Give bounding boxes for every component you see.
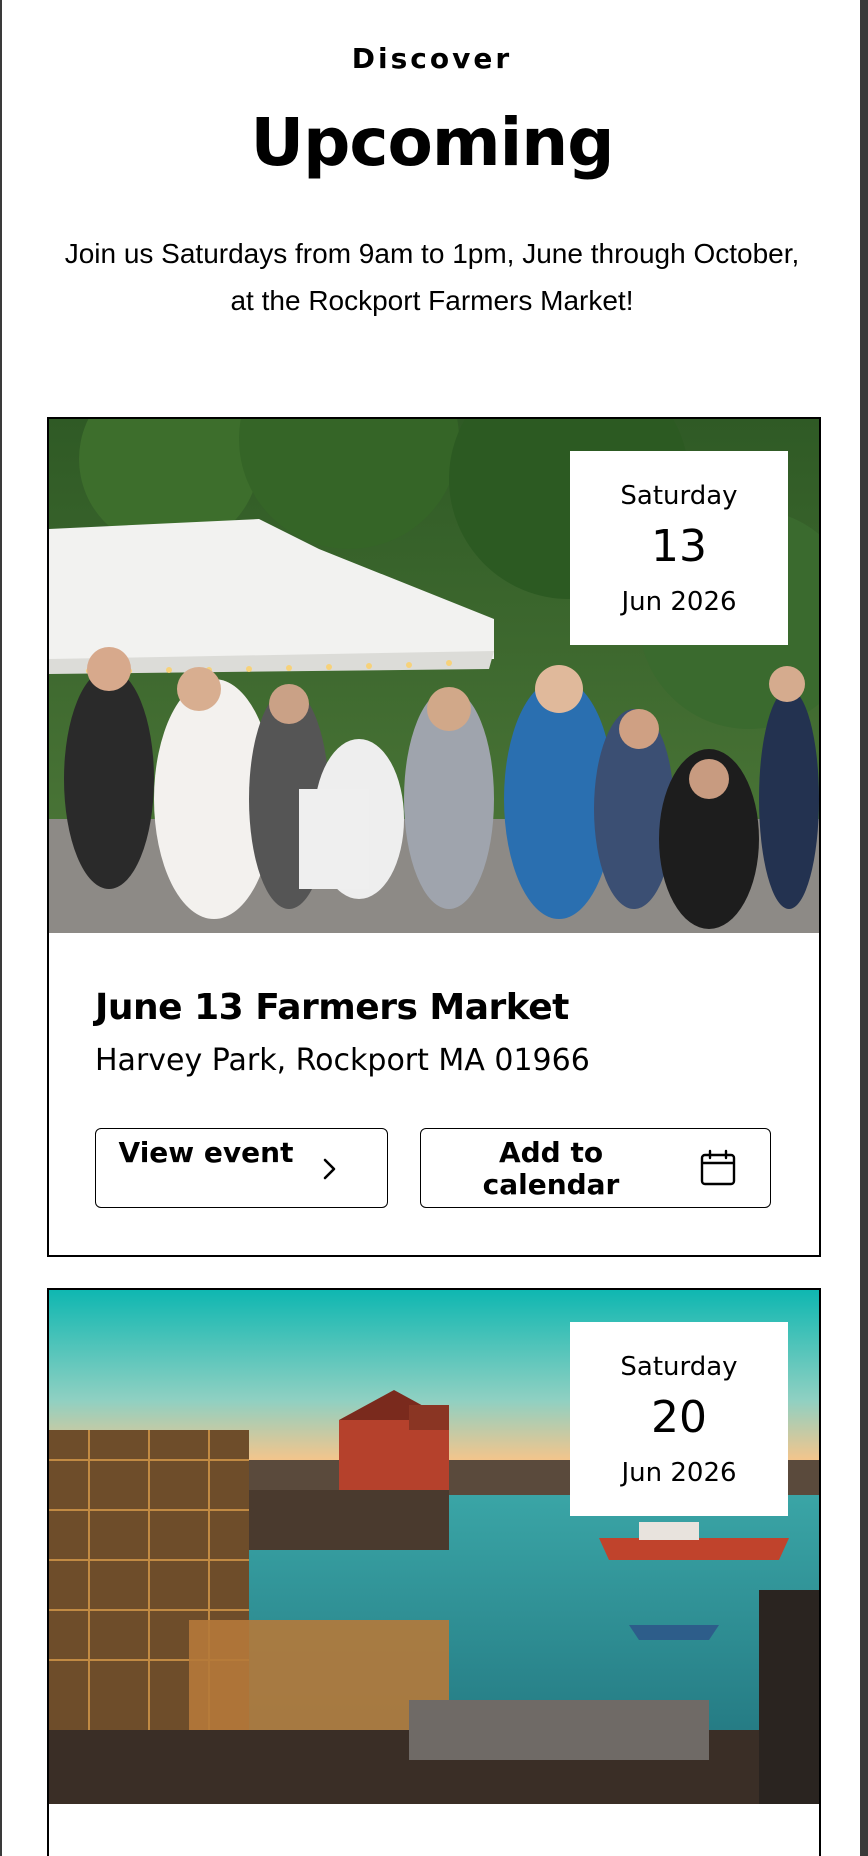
event-title: June 13 Farmers Market [95,987,569,1028]
chevron-right-icon [318,1155,342,1183]
event-date-badge: Saturday 13 Jun 2026 [570,451,788,645]
event-month-year: Jun 2026 [621,1458,737,1488]
event-day: 13 [651,521,707,572]
event-card: Saturday 20 Jun 2026 [47,1288,821,1856]
event-weekday: Saturday [620,1352,738,1382]
event-photo-harbor: Saturday 20 Jun 2026 [49,1290,819,1804]
event-location: Harvey Park, Rockport MA 01966 [95,1043,590,1078]
event-month-year: Jun 2026 [621,587,737,617]
event-weekday: Saturday [620,481,738,511]
event-card: Saturday 13 Jun 2026 June 13 Farmers Mar… [47,417,821,1257]
view-event-label: View event [118,1136,294,1169]
section-heading: Upcoming [250,104,615,181]
calendar-icon [699,1149,737,1187]
event-day: 20 [651,1392,707,1443]
add-to-calendar-button[interactable]: Add to calendar [420,1128,771,1208]
section-eyebrow: Discover [351,42,513,75]
add-to-calendar-label: Add to calendar [482,1136,620,1201]
page-frame: Discover Upcoming Join us Saturdays from… [0,0,868,1856]
section-intro: Join us Saturdays from 9am to 1pm, June … [64,238,800,316]
event-date-badge: Saturday 20 Jun 2026 [570,1322,788,1516]
event-photo-market-crowd: Saturday 13 Jun 2026 [49,419,819,933]
view-event-button[interactable]: View event [95,1128,388,1208]
